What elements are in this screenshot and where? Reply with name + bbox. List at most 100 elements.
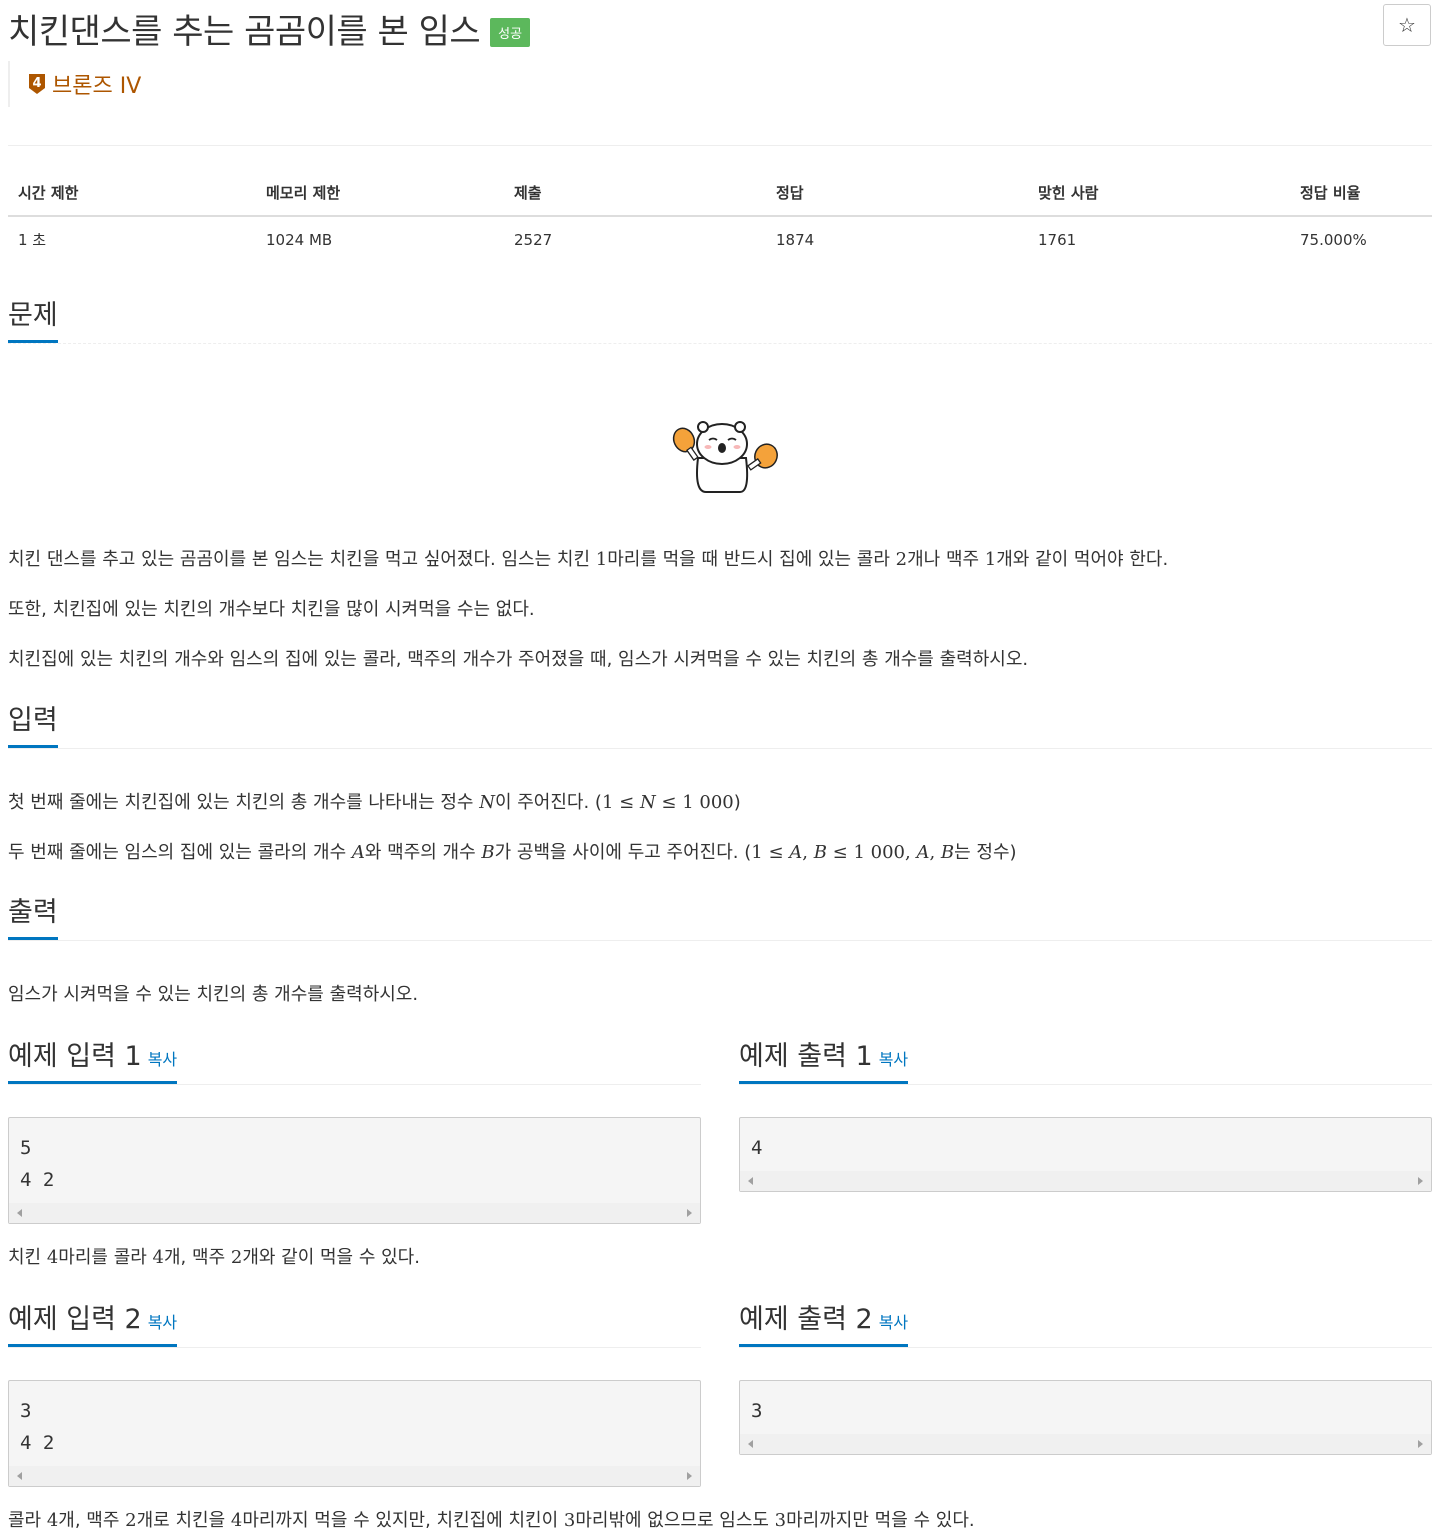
description-paragraph-1: 치킨 댄스를 추고 있는 곰곰이를 본 임스는 치킨을 먹고 싶어졌다. 임스는…	[8, 545, 1168, 571]
table-cell[interactable]: 2527	[504, 216, 766, 262]
example-input-1-title: 예제 입력 1 복사	[8, 1040, 178, 1084]
table-row: 1 초 1024 MB 2527 1874 1761 75.000%	[8, 216, 1432, 262]
text: 첫 번째 줄에는 치킨집에 있는 치킨의 총 개수를 나타내는 정수	[8, 792, 480, 813]
math: 1 ≤	[601, 792, 640, 813]
copy-button[interactable]: 복사	[879, 1313, 908, 1332]
math: 1 ≤	[751, 842, 790, 863]
math: 4	[46, 1510, 59, 1531]
text: 가 공백을 사이에 두고 주어진다. (	[494, 842, 752, 863]
table-header: 제출	[504, 170, 766, 217]
title-text: 예제 출력 1	[739, 1041, 873, 1072]
title-text: 예제 입력 2	[8, 1304, 142, 1335]
text: 개나 맥주	[907, 549, 985, 570]
sample-input-1[interactable]: 5 4 2	[8, 1117, 701, 1224]
sample-output-1-text[interactable]: 4	[740, 1118, 1431, 1164]
input-title: 입력	[8, 704, 58, 748]
text: 개, 맥주	[58, 1510, 126, 1531]
text: 치킨	[8, 1247, 47, 1268]
math: ≤ 1 000	[655, 792, 734, 813]
copy-button[interactable]: 복사	[148, 1313, 177, 1332]
math-var: B	[481, 842, 495, 863]
math: 4	[230, 1510, 243, 1531]
text: 마리를 먹을 때 반드시 집에 있는 콜라	[607, 549, 896, 570]
description-paragraph-3: 치킨집에 있는 치킨의 개수와 임스의 집에 있는 콜라, 맥주의 개수가 주어…	[8, 649, 1029, 670]
example-output-1-header: 예제 출력 1 복사	[739, 1040, 1432, 1085]
math: ,	[802, 842, 814, 863]
title-text: 예제 입력 1	[8, 1041, 142, 1072]
sample-input-1-text[interactable]: 5 4 2	[9, 1118, 700, 1196]
example-output-1-title: 예제 출력 1 복사	[739, 1040, 909, 1084]
text: 콜라	[8, 1510, 47, 1531]
problem-title: 치킨댄스를 추는 곰곰이를 본 임스	[8, 12, 481, 52]
scroll-left-icon[interactable]	[748, 1177, 753, 1185]
math-var: N	[639, 792, 656, 813]
math: 1	[984, 549, 997, 570]
tier-number: 4	[32, 76, 41, 91]
table-header: 시간 제한	[8, 170, 256, 217]
bronze-tier-icon: 4	[29, 74, 45, 94]
scroll-left-icon[interactable]	[17, 1472, 22, 1480]
star-button[interactable]: ☆	[1383, 4, 1431, 46]
problem-tier[interactable]: 4 브론즈 IV	[8, 61, 141, 107]
math: 3	[563, 1510, 576, 1531]
text: 마리까지만 먹을 수 있다.	[786, 1510, 975, 1531]
scroll-right-icon[interactable]	[687, 1472, 692, 1480]
horizontal-scrollbar[interactable]	[9, 1466, 700, 1486]
table-cell: 75.000%	[1300, 230, 1367, 249]
math: 2	[895, 549, 908, 570]
description-section-header: 문제	[8, 299, 1432, 344]
output-paragraph: 임스가 시켜먹을 수 있는 치킨의 총 개수를 출력하시오.	[8, 984, 419, 1005]
example-output-2-title: 예제 출력 2 복사	[739, 1303, 909, 1347]
sample-output-2-text[interactable]: 3	[740, 1381, 1431, 1427]
sample-output-1[interactable]: 4	[739, 1117, 1432, 1192]
sample-output-2[interactable]: 3	[739, 1380, 1432, 1455]
horizontal-scrollbar[interactable]	[740, 1434, 1431, 1454]
scroll-left-icon[interactable]	[748, 1440, 753, 1448]
math: 3	[774, 1510, 787, 1531]
description-paragraph-2: 또한, 치킨집에 있는 치킨의 개수보다 치킨을 많이 시켜먹을 수는 없다.	[8, 599, 535, 620]
sample-input-2-text[interactable]: 3 4 2	[9, 1381, 700, 1459]
title-text: 예제 출력 2	[739, 1304, 873, 1335]
math-var: A	[789, 842, 803, 863]
example-input-2-title: 예제 입력 2 복사	[8, 1303, 178, 1347]
text: 두 번째 줄에는 임스의 집에 있는 콜라의 개수	[8, 842, 352, 863]
math-var: A	[351, 842, 365, 863]
sample-input-2[interactable]: 3 4 2	[8, 1380, 701, 1487]
math-var: N	[479, 792, 495, 813]
scroll-right-icon[interactable]	[1418, 1177, 1423, 1185]
table-header: 정답 비율	[1290, 170, 1432, 217]
scroll-left-icon[interactable]	[17, 1209, 22, 1217]
text: 와 맥주의 개수	[364, 842, 482, 863]
scroll-right-icon[interactable]	[1418, 1440, 1423, 1448]
text: )	[733, 792, 741, 813]
table-cell: 1 초	[18, 231, 47, 249]
problem-info-table: 시간 제한 메모리 제한 제출 정답 맞힌 사람 정답 비율 1 초 1024 …	[8, 170, 1432, 262]
tier-label: 브론즈 IV	[52, 74, 142, 99]
copy-button[interactable]: 복사	[148, 1050, 177, 1069]
star-icon: ☆	[1398, 13, 1416, 37]
status-badge[interactable]: 성공	[490, 18, 531, 47]
example-2-explanation: 콜라 4개, 맥주 2개로 치킨을 4마리까지 먹을 수 있지만, 치킨집에 치…	[8, 1506, 975, 1532]
text: 개, 맥주	[164, 1247, 231, 1268]
output-section-header: 출력	[8, 896, 1432, 941]
horizontal-scrollbar[interactable]	[9, 1203, 700, 1223]
table-header: 메모리 제한	[256, 170, 504, 217]
output-title: 출력	[8, 896, 58, 940]
text: 개와 같이 먹어야 한다.	[996, 549, 1169, 570]
horizontal-scrollbar[interactable]	[740, 1171, 1431, 1191]
example-input-2-header: 예제 입력 2 복사	[8, 1303, 701, 1348]
bear-chicken-illustration	[672, 421, 778, 493]
text: 는 정수)	[954, 842, 1017, 863]
scroll-right-icon[interactable]	[687, 1209, 692, 1217]
input-paragraph-2: 두 번째 줄에는 임스의 집에 있는 콜라의 개수 A와 맥주의 개수 B가 공…	[8, 838, 1017, 864]
text: 마리밖에 없으므로 임스도	[575, 1510, 775, 1531]
math: ≤ 1 000,	[826, 842, 917, 863]
table-cell[interactable]: 1874	[766, 216, 1028, 262]
math: 4	[46, 1247, 59, 1268]
text: 개와 같이 먹을 수 있다.	[242, 1247, 420, 1268]
table-cell[interactable]: 1761	[1028, 216, 1290, 262]
example-input-1-header: 예제 입력 1 복사	[8, 1040, 701, 1085]
copy-button[interactable]: 복사	[879, 1050, 908, 1069]
description-title: 문제	[8, 299, 58, 343]
input-paragraph-1: 첫 번째 줄에는 치킨집에 있는 치킨의 총 개수를 나타내는 정수 N이 주어…	[8, 788, 741, 814]
